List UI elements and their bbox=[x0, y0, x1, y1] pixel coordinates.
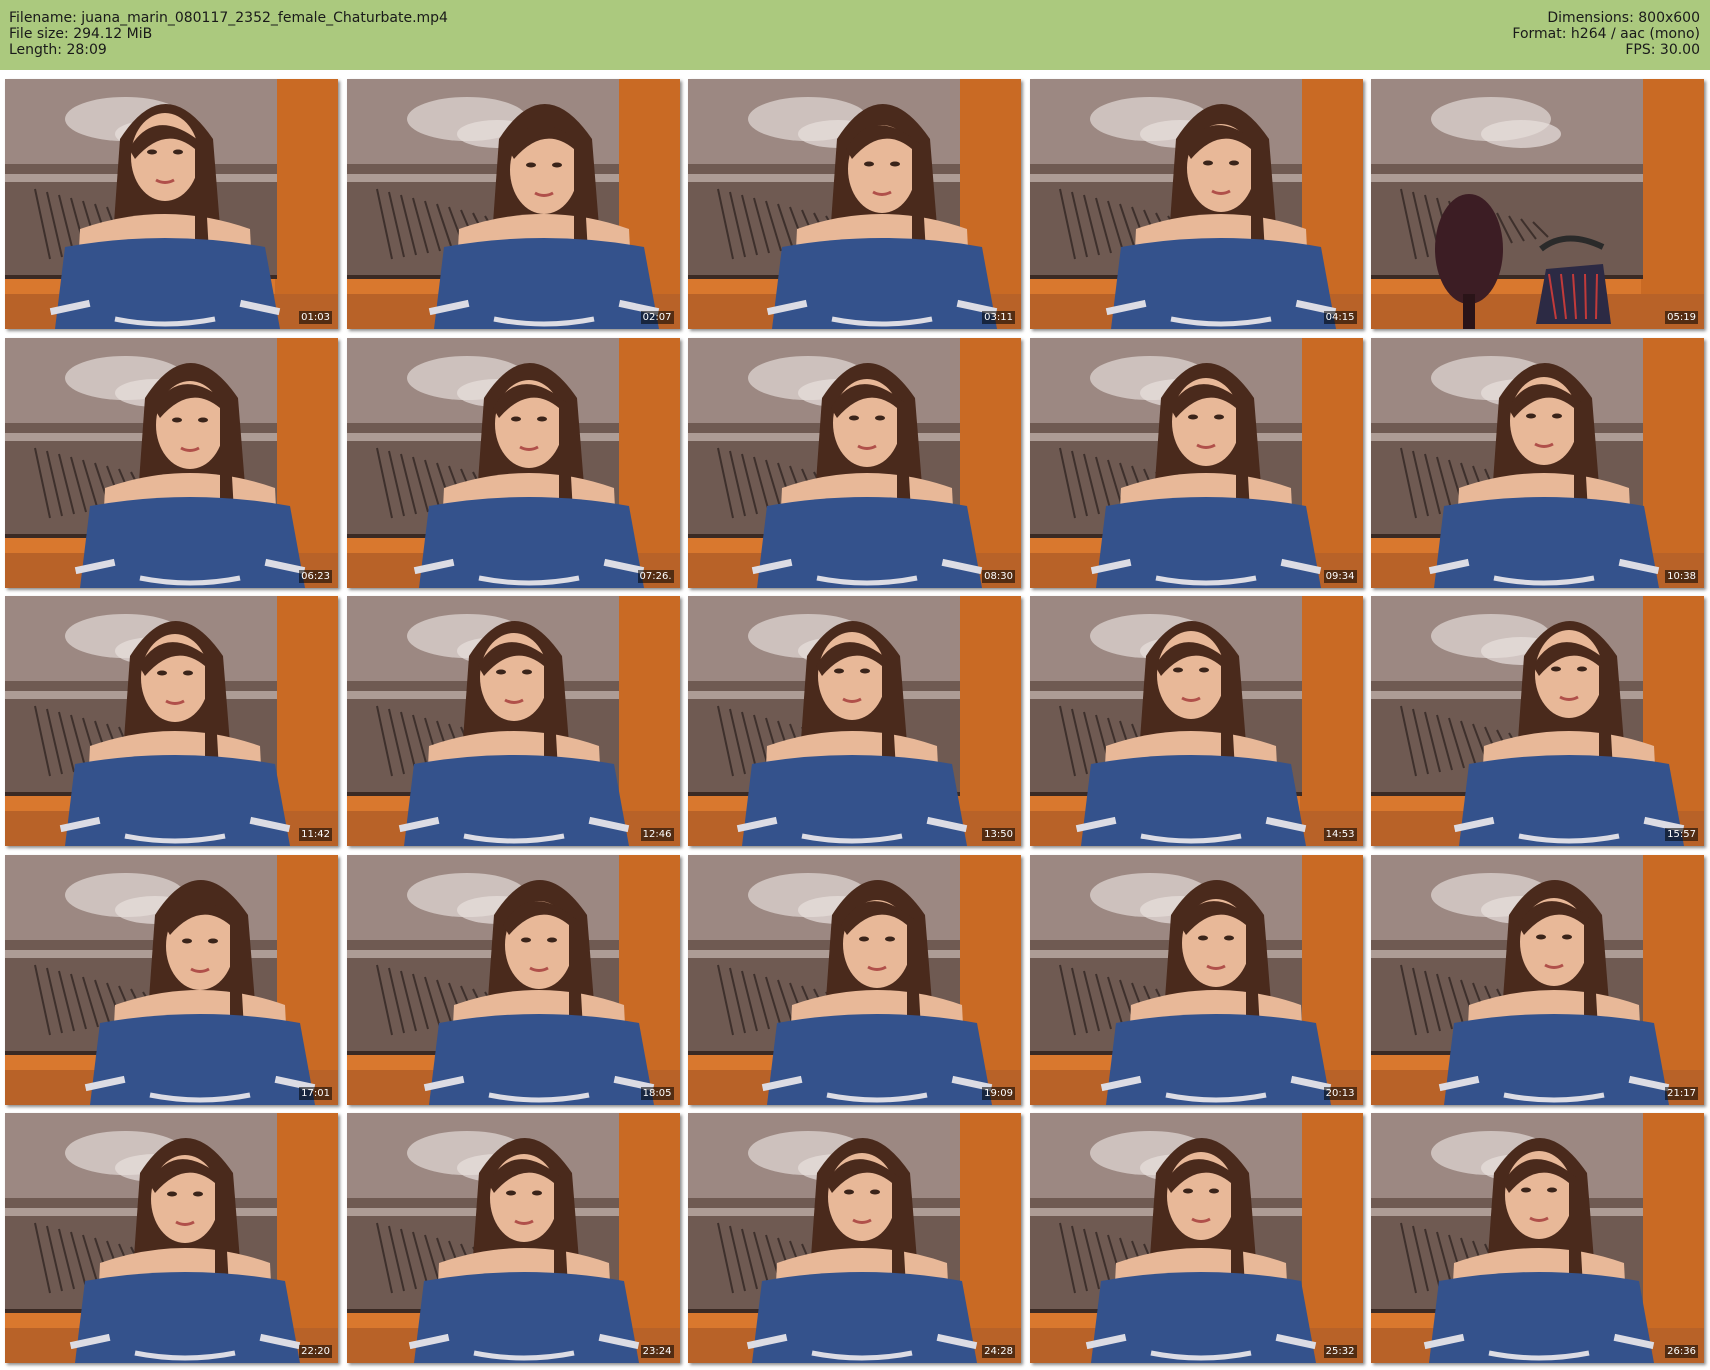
frame-image bbox=[688, 337, 1021, 588]
thumbnail-frame: 10:38 bbox=[1371, 337, 1704, 588]
frame-image bbox=[5, 854, 338, 1105]
thumbnail-frame: 01:03 bbox=[5, 79, 338, 329]
thumbnail-frame: 22:20 bbox=[5, 1113, 338, 1363]
thumbnail-grid: 01:03 02:07 03:11 04:15 05:19 06:23 07:26. 08:3… bbox=[5, 79, 1706, 1365]
frame-timestamp: 19:09 bbox=[982, 1086, 1015, 1100]
frame-image bbox=[1371, 1113, 1704, 1363]
frame-image bbox=[5, 79, 338, 329]
thumbnail-frame: 15:57 bbox=[1371, 596, 1704, 846]
frame-timestamp: 15:57 bbox=[1665, 828, 1698, 841]
frame-timestamp: 24:28 bbox=[982, 1345, 1015, 1358]
frame-timestamp: 06:23 bbox=[299, 569, 332, 583]
thumbnail-frame: 23:24 bbox=[346, 1113, 680, 1363]
frame-image bbox=[1029, 1113, 1363, 1363]
frame-timestamp: 01:03 bbox=[299, 311, 332, 324]
frame-timestamp: 20:13 bbox=[1323, 1086, 1357, 1100]
thumbnail-frame: 26:36 bbox=[1371, 1113, 1704, 1363]
frame-timestamp: 03:11 bbox=[982, 311, 1015, 324]
frame-image bbox=[346, 596, 680, 846]
frame-timestamp: 13:50 bbox=[982, 828, 1015, 841]
thumbnail-frame: 25:32 bbox=[1029, 1113, 1363, 1363]
frame-timestamp: 22:20 bbox=[299, 1345, 332, 1358]
frame-image bbox=[688, 854, 1021, 1105]
frame-image bbox=[346, 854, 680, 1105]
thumbnail-frame: 17:01 bbox=[5, 854, 338, 1105]
format-text: Format: h264 / aac (mono) bbox=[1512, 26, 1700, 42]
frame-timestamp: 12:46 bbox=[640, 828, 674, 841]
thumbnail-frame: 14:53 bbox=[1029, 596, 1363, 846]
thumbnail-frame: 11:42 bbox=[5, 596, 338, 846]
frame-image bbox=[688, 596, 1021, 846]
frame-image bbox=[1029, 596, 1363, 846]
thumbnail-frame: 21:17 bbox=[1371, 854, 1704, 1105]
frame-image bbox=[1029, 79, 1363, 329]
frame-image bbox=[346, 1113, 680, 1363]
frame-image bbox=[1371, 596, 1704, 846]
metadata-header: Filename: juana_marin_080117_2352_female… bbox=[0, 0, 1710, 70]
frame-timestamp: 21:17 bbox=[1665, 1086, 1698, 1100]
thumbnail-frame: 07:26. bbox=[346, 337, 680, 588]
thumbnail-frame: 08:30 bbox=[688, 337, 1021, 588]
frame-timestamp: 04:15 bbox=[1323, 311, 1357, 324]
frame-image bbox=[688, 1113, 1021, 1363]
thumbnail-frame: 24:28 bbox=[688, 1113, 1021, 1363]
frame-timestamp: 09:34 bbox=[1323, 569, 1357, 583]
frame-image bbox=[1029, 854, 1363, 1105]
frame-timestamp: 10:38 bbox=[1665, 569, 1698, 583]
frame-image bbox=[5, 596, 338, 846]
dimensions-text: Dimensions: 800x600 bbox=[1547, 10, 1700, 26]
frame-image bbox=[688, 79, 1021, 329]
thumbnail-frame: 18:05 bbox=[346, 854, 680, 1105]
frame-timestamp: 11:42 bbox=[299, 828, 332, 841]
frame-timestamp: 25:32 bbox=[1323, 1345, 1357, 1358]
thumbnail-frame: 12:46 bbox=[346, 596, 680, 846]
frame-image bbox=[1371, 79, 1704, 329]
frame-timestamp: 07:26. bbox=[637, 569, 674, 583]
thumbnail-frame: 19:09 bbox=[688, 854, 1021, 1105]
frame-image bbox=[1029, 337, 1363, 588]
thumbnail-frame: 06:23 bbox=[5, 337, 338, 588]
frame-image bbox=[1371, 854, 1704, 1105]
frame-timestamp: 17:01 bbox=[299, 1086, 332, 1100]
thumbnail-frame: 13:50 bbox=[688, 596, 1021, 846]
thumbnail-frame: 02:07 bbox=[346, 79, 680, 329]
video-info: Dimensions: 800x600 Format: h264 / aac (… bbox=[1512, 10, 1700, 58]
frame-image bbox=[346, 79, 680, 329]
length-text: Length: 28:09 bbox=[9, 42, 107, 58]
frame-timestamp: 26:36 bbox=[1665, 1345, 1698, 1358]
fps-text: FPS: 30.00 bbox=[1625, 42, 1700, 58]
frame-timestamp: 05:19 bbox=[1665, 311, 1698, 324]
frame-timestamp: 14:53 bbox=[1323, 828, 1357, 841]
frame-timestamp: 08:30 bbox=[982, 569, 1015, 583]
thumbnail-frame: 20:13 bbox=[1029, 854, 1363, 1105]
frame-image bbox=[5, 337, 338, 588]
filename-text: Filename: juana_marin_080117_2352_female… bbox=[9, 10, 448, 26]
filesize-text: File size: 294.12 MiB bbox=[9, 26, 153, 42]
frame-image bbox=[5, 1113, 338, 1363]
thumbnail-frame: 05:19 bbox=[1371, 79, 1704, 329]
frame-image bbox=[1371, 337, 1704, 588]
thumbnail-frame: 09:34 bbox=[1029, 337, 1363, 588]
frame-image bbox=[346, 337, 680, 588]
thumbnail-frame: 03:11 bbox=[688, 79, 1021, 329]
thumbnail-frame: 04:15 bbox=[1029, 79, 1363, 329]
file-info: Filename: juana_marin_080117_2352_female… bbox=[9, 10, 448, 58]
frame-timestamp: 23:24 bbox=[640, 1345, 674, 1358]
frame-timestamp: 02:07 bbox=[640, 311, 674, 324]
frame-timestamp: 18:05 bbox=[640, 1086, 674, 1100]
